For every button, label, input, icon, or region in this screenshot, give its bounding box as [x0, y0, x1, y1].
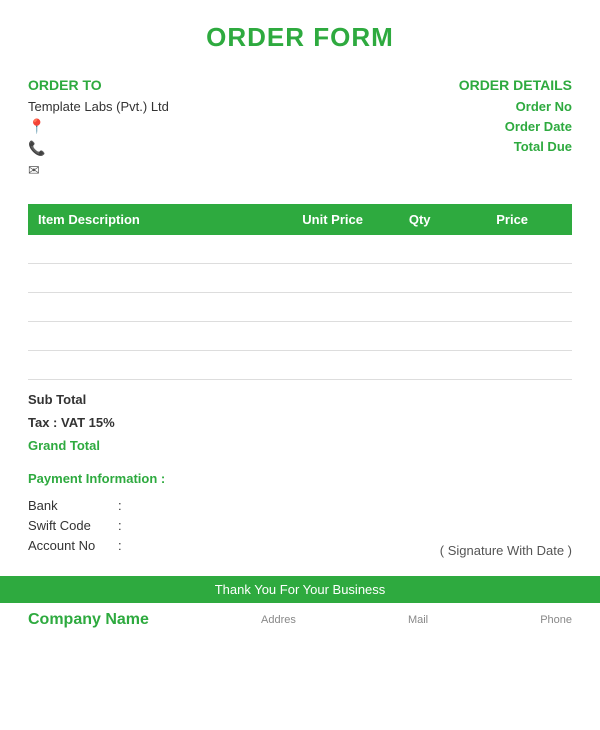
- payment-info: Payment Information : Bank : Swift Code …: [28, 471, 165, 558]
- account-row: Account No :: [28, 538, 165, 553]
- table-cell: [278, 351, 387, 380]
- signature-area: ( Signature With Date ): [440, 543, 572, 558]
- table-cell: [28, 322, 278, 351]
- swift-label: Swift Code: [28, 518, 118, 533]
- table-cell: [278, 293, 387, 322]
- footer-phone-label: Phone: [540, 614, 572, 626]
- email-icon: ✉: [28, 162, 40, 179]
- table-row: [28, 264, 572, 293]
- subtotal-label: Sub Total: [28, 392, 148, 407]
- table-row: [28, 293, 572, 322]
- table-cell: [387, 322, 452, 351]
- table-cell: [387, 235, 452, 264]
- signature-text: ( Signature With Date ): [440, 543, 572, 558]
- table-cell: [28, 264, 278, 293]
- table-cell: [278, 235, 387, 264]
- table-cell: [387, 264, 452, 293]
- company-name: Template Labs (Pvt.) Ltd: [28, 99, 300, 114]
- bank-label: Bank: [28, 498, 118, 513]
- col-price: Price: [452, 204, 572, 235]
- table-cell: [387, 351, 452, 380]
- tax-row: Tax : VAT 15%: [28, 411, 572, 434]
- location-icon: 📍: [28, 118, 45, 135]
- table-row: [28, 235, 572, 264]
- table-header-row: Item Description Unit Price Qty Price: [28, 204, 572, 235]
- footer-address-col: Addres: [261, 614, 296, 626]
- total-due-label: Total Due: [300, 139, 572, 154]
- swift-colon: :: [118, 518, 122, 533]
- page-title: ORDER FORM: [0, 22, 600, 53]
- footer-bottom: Company Name Addres Mail Phone: [0, 603, 600, 633]
- table-row: [28, 322, 572, 351]
- table-cell: [452, 264, 572, 293]
- phone-row: 📞: [28, 140, 300, 157]
- phone-icon: 📞: [28, 140, 45, 157]
- footer-mail-label: Mail: [408, 614, 428, 626]
- account-colon: :: [118, 538, 122, 553]
- order-details-title: ORDER DETAILS: [300, 77, 572, 93]
- payment-title: Payment Information :: [28, 471, 165, 486]
- order-date-label: Order Date: [300, 119, 572, 134]
- table-cell: [452, 235, 572, 264]
- table-cell: [28, 235, 278, 264]
- footer-mail-col: Mail: [408, 614, 428, 626]
- table-cell: [452, 293, 572, 322]
- thank-you-text: Thank You For Your Business: [215, 582, 386, 597]
- table-cell: [28, 351, 278, 380]
- address-row: 📍: [28, 118, 300, 135]
- totals-section: Sub Total Tax : VAT 15% Grand Total: [0, 380, 600, 457]
- table-cell: [452, 351, 572, 380]
- table-cell: [278, 264, 387, 293]
- bank-row: Bank :: [28, 498, 165, 513]
- order-to-section: ORDER TO Template Labs (Pvt.) Ltd 📍 📞 ✉: [28, 77, 300, 184]
- header: ORDER FORM: [0, 0, 600, 67]
- grand-total-label: Grand Total: [28, 438, 148, 453]
- page: ORDER FORM ORDER TO Template Labs (Pvt.)…: [0, 0, 600, 730]
- bank-colon: :: [118, 498, 122, 513]
- subtotal-row: Sub Total: [28, 388, 572, 411]
- table-cell: [278, 322, 387, 351]
- col-description: Item Description: [28, 204, 278, 235]
- payment-sig-section: Payment Information : Bank : Swift Code …: [0, 457, 600, 558]
- order-to-title: ORDER TO: [28, 77, 300, 93]
- table-row: [28, 351, 572, 380]
- two-column-section: ORDER TO Template Labs (Pvt.) Ltd 📍 📞 ✉ …: [0, 67, 600, 194]
- footer-company-name: Company Name: [28, 611, 149, 629]
- col-unit-price: Unit Price: [278, 204, 387, 235]
- table-cell: [452, 322, 572, 351]
- email-row: ✉: [28, 162, 300, 179]
- tax-label: Tax : VAT 15%: [28, 415, 148, 430]
- table-section: Item Description Unit Price Qty Price: [0, 194, 600, 380]
- table-cell: [387, 293, 452, 322]
- footer-phone-col: Phone: [540, 614, 572, 626]
- order-details-section: ORDER DETAILS Order No Order Date Total …: [300, 77, 572, 184]
- order-no-label: Order No: [300, 99, 572, 114]
- col-qty: Qty: [387, 204, 452, 235]
- table-cell: [28, 293, 278, 322]
- account-label: Account No: [28, 538, 118, 553]
- order-table: Item Description Unit Price Qty Price: [28, 204, 572, 380]
- swift-row: Swift Code :: [28, 518, 165, 533]
- footer-address-label: Addres: [261, 614, 296, 626]
- footer-green-bar: Thank You For Your Business: [0, 576, 600, 603]
- grand-total-row: Grand Total: [28, 434, 572, 457]
